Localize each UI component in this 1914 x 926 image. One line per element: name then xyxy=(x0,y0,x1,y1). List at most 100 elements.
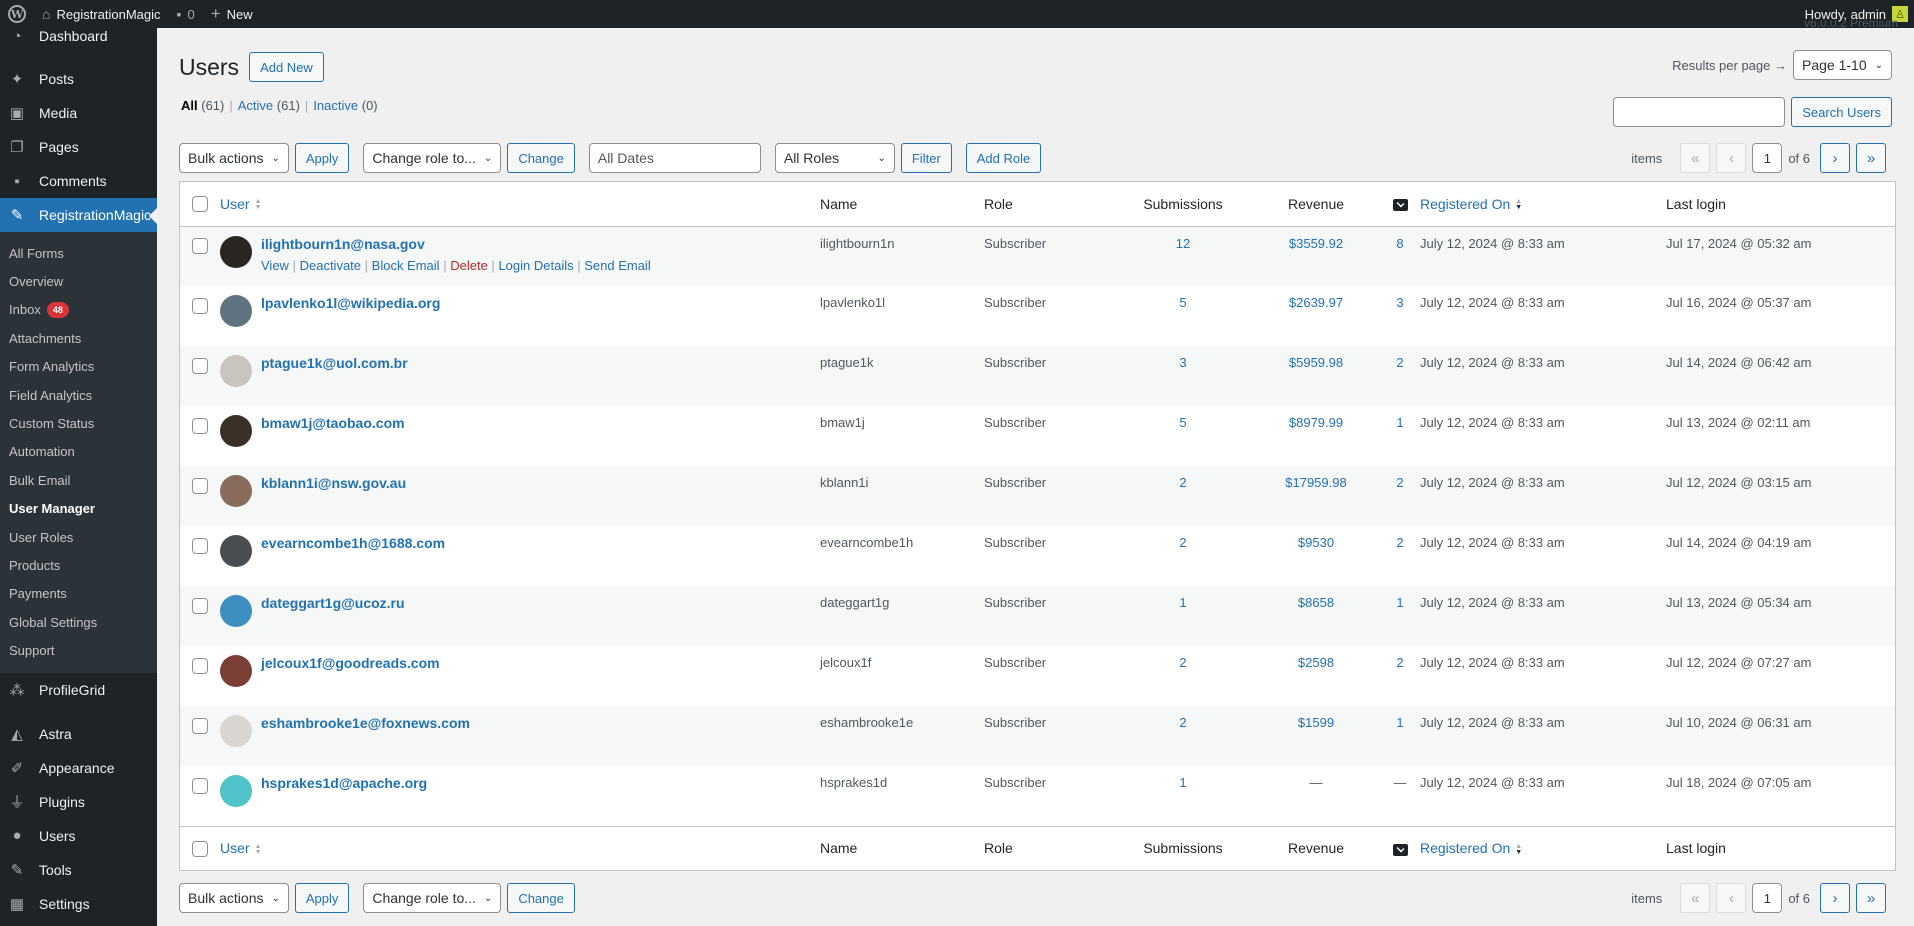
submenu-item-products[interactable]: Products xyxy=(0,551,157,579)
row-action-send-email[interactable]: Send Email xyxy=(584,258,650,273)
emails-count[interactable]: 8 xyxy=(1396,236,1403,251)
revenue-amount[interactable]: $2639.97 xyxy=(1289,295,1343,310)
search-input[interactable] xyxy=(1613,97,1786,127)
revenue-amount[interactable]: $9530 xyxy=(1298,535,1334,550)
submenu-item-field-analytics[interactable]: Field Analytics xyxy=(0,381,157,409)
sidebar-item-users[interactable]: ● Users xyxy=(0,819,157,853)
submenu-item-attachments[interactable]: Attachments xyxy=(0,324,157,352)
submenu-item-bulk-email[interactable]: Bulk Email xyxy=(0,466,157,494)
site-name-link[interactable]: ⌂ RegistrationMagic xyxy=(34,0,169,28)
row-action-deactivate[interactable]: Deactivate xyxy=(300,258,361,273)
results-per-page-select[interactable]: Page 1-10 ⌄ xyxy=(1793,50,1892,80)
comments-link[interactable]: ▪ 0 xyxy=(169,0,203,28)
user-email-link[interactable]: ptague1k@uol.com.br xyxy=(261,355,408,371)
row-checkbox[interactable] xyxy=(192,357,208,374)
filter-active[interactable]: Active (61) xyxy=(238,98,300,113)
submissions-count[interactable]: 2 xyxy=(1179,475,1186,490)
row-checkbox[interactable] xyxy=(192,597,208,614)
sidebar-item-plugins[interactable]: ⏚ Plugins xyxy=(0,785,157,819)
submissions-count[interactable]: 5 xyxy=(1179,295,1186,310)
user-email-link[interactable]: dateggart1g@ucoz.ru xyxy=(261,595,405,611)
sidebar-item-registrationmagic[interactable]: ✎ RegistrationMagic xyxy=(0,198,157,232)
user-email-link[interactable]: eshambrooke1e@foxnews.com xyxy=(261,715,470,731)
current-page-input[interactable]: 1 xyxy=(1752,883,1783,913)
filter-button[interactable]: Filter xyxy=(900,143,952,173)
user-email-link[interactable]: jelcoux1f@goodreads.com xyxy=(261,655,440,671)
sidebar-item-appearance[interactable]: ✐ Appearance xyxy=(0,751,157,785)
emails-count[interactable]: 2 xyxy=(1396,535,1403,550)
submenu-item-payments[interactable]: Payments xyxy=(0,580,157,608)
submissions-count[interactable]: 1 xyxy=(1179,775,1186,790)
user-email-link[interactable]: ilightbourn1n@nasa.gov xyxy=(261,236,425,252)
filter-all[interactable]: All (61) xyxy=(181,98,224,113)
submissions-count[interactable]: 2 xyxy=(1179,535,1186,550)
revenue-amount[interactable]: $2598 xyxy=(1298,655,1334,670)
row-action-block-email[interactable]: Block Email xyxy=(372,258,440,273)
emails-count[interactable]: 1 xyxy=(1396,415,1403,430)
add-role-button[interactable]: Add Role xyxy=(965,143,1042,173)
row-checkbox[interactable] xyxy=(192,537,208,554)
submissions-count[interactable]: 2 xyxy=(1179,655,1186,670)
emails-count[interactable]: 2 xyxy=(1396,655,1403,670)
select-all-checkbox-bottom[interactable] xyxy=(192,840,208,857)
user-email-link[interactable]: evearncombe1h@1688.com xyxy=(261,535,445,551)
column-user[interactable]: User ▲ ▼ xyxy=(220,182,820,226)
current-page-input[interactable]: 1 xyxy=(1752,143,1783,173)
column-registered-label[interactable]: Registered On xyxy=(1420,840,1510,856)
submenu-item-overview[interactable]: Overview xyxy=(0,267,157,295)
first-page-button[interactable]: « xyxy=(1680,883,1711,913)
next-page-button[interactable]: › xyxy=(1820,143,1850,173)
user-email-link[interactable]: kblann1i@nsw.gov.au xyxy=(261,475,406,491)
submenu-item-support[interactable]: Support xyxy=(0,636,157,664)
prev-page-button[interactable]: ‹ xyxy=(1716,883,1747,913)
sidebar-item-posts[interactable]: ✦ Posts xyxy=(0,62,157,96)
revenue-amount[interactable]: $17959.98 xyxy=(1285,475,1346,490)
row-checkbox[interactable] xyxy=(192,777,208,794)
submenu-item-user-manager[interactable]: User Manager xyxy=(0,495,157,523)
sidebar-item-dashboard[interactable]: ◔ Dashboard xyxy=(0,28,157,50)
apply-button[interactable]: Apply xyxy=(294,143,350,173)
search-users-button[interactable]: Search Users xyxy=(1791,97,1892,127)
emails-count[interactable]: 2 xyxy=(1396,475,1403,490)
revenue-amount[interactable]: $8658 xyxy=(1298,595,1334,610)
row-action-delete[interactable]: Delete xyxy=(450,258,488,273)
submenu-item-automation[interactable]: Automation xyxy=(0,438,157,466)
sidebar-item-settings[interactable]: ▦ Settings xyxy=(0,887,157,921)
row-checkbox[interactable] xyxy=(192,657,208,674)
change-role-select-bottom[interactable]: Change role to... ⌄ xyxy=(363,883,502,913)
emails-count[interactable]: 1 xyxy=(1396,595,1403,610)
column-registered-on[interactable]: Registered On ▲ ▼ xyxy=(1420,182,1666,226)
column-registered-on-footer[interactable]: Registered On ▲ ▼ xyxy=(1420,826,1666,870)
submenu-item-custom-status[interactable]: Custom Status xyxy=(0,409,157,437)
bulk-actions-select[interactable]: Bulk actions ⌄ xyxy=(179,143,289,173)
submissions-count[interactable]: 3 xyxy=(1179,355,1186,370)
sidebar-item-profilegrid[interactable]: ⁂ ProfileGrid xyxy=(0,673,157,707)
revenue-amount[interactable]: $3559.92 xyxy=(1289,236,1343,251)
change-role-select[interactable]: Change role to... ⌄ xyxy=(363,143,502,173)
row-checkbox[interactable] xyxy=(192,717,208,734)
revenue-amount[interactable]: $5959.98 xyxy=(1289,355,1343,370)
submenu-item-all-forms[interactable]: All Forms xyxy=(0,239,157,267)
row-checkbox[interactable] xyxy=(192,417,208,434)
submissions-count[interactable]: 5 xyxy=(1179,415,1186,430)
submenu-item-user-roles[interactable]: User Roles xyxy=(0,523,157,551)
submenu-item-form-analytics[interactable]: Form Analytics xyxy=(0,353,157,381)
roles-select[interactable]: All Roles ⌄ xyxy=(774,143,895,173)
row-action-login-details[interactable]: Login Details xyxy=(498,258,573,273)
first-page-button[interactable]: « xyxy=(1680,143,1711,173)
emails-count[interactable]: 1 xyxy=(1396,715,1403,730)
row-action-view[interactable]: View xyxy=(261,258,289,273)
revenue-amount[interactable]: $1599 xyxy=(1298,715,1334,730)
prev-page-button[interactable]: ‹ xyxy=(1716,143,1747,173)
last-page-button[interactable]: » xyxy=(1856,143,1886,173)
emails-count[interactable]: 2 xyxy=(1396,355,1403,370)
row-checkbox[interactable] xyxy=(192,297,208,314)
submenu-item-global-settings[interactable]: Global Settings xyxy=(0,608,157,636)
select-all-checkbox[interactable] xyxy=(192,196,208,213)
submissions-count[interactable]: 12 xyxy=(1176,236,1190,251)
sidebar-item-astra[interactable]: ◭ Astra xyxy=(0,717,157,751)
bulk-actions-select-bottom[interactable]: Bulk actions ⌄ xyxy=(179,883,289,913)
row-checkbox[interactable] xyxy=(192,477,208,494)
sidebar-item-media[interactable]: ▣ Media xyxy=(0,96,157,130)
revenue-amount[interactable]: $8979.99 xyxy=(1289,415,1343,430)
